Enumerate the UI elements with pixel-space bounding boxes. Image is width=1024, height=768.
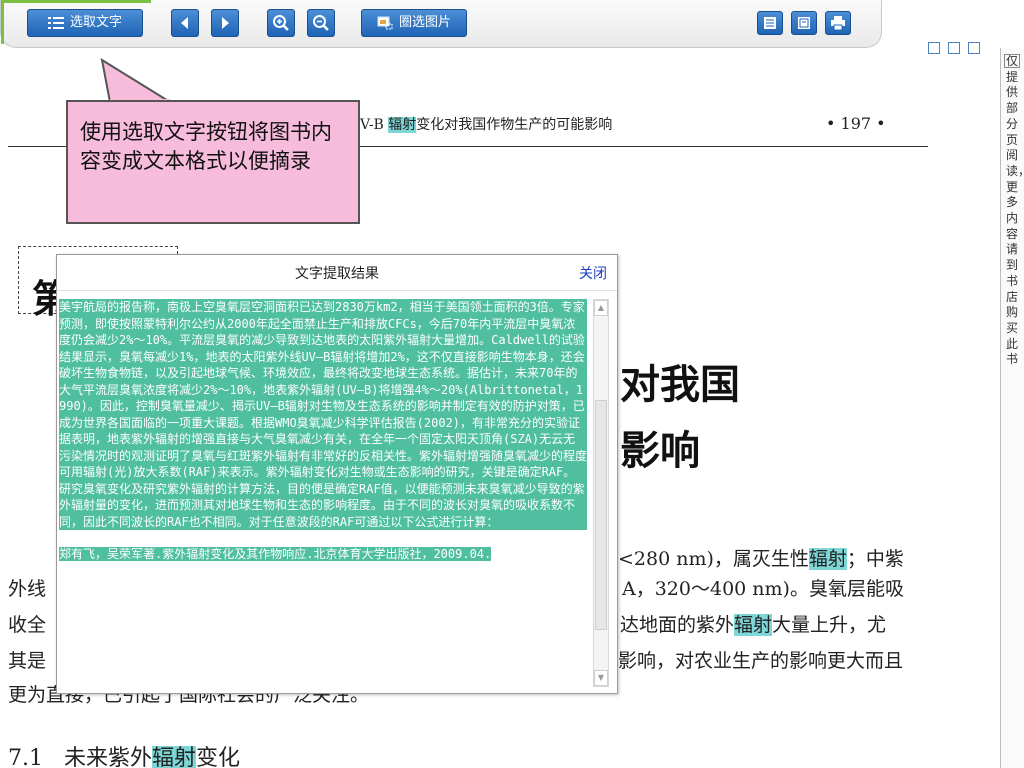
header-suffix: 变化对我国作物生产的可能影响 xyxy=(416,117,613,133)
body-text: 达地面的紫外 xyxy=(620,614,735,636)
double-page-view-button[interactable] xyxy=(791,11,817,35)
dialog-title: 文字提取结果 xyxy=(295,266,379,282)
page-running-header: V-B 辐射变化对我国作物生产的可能影响 xyxy=(360,114,612,134)
double-page-icon xyxy=(797,16,811,30)
section-title: 未来紫外 xyxy=(63,746,152,768)
section-heading: 7.1 未来紫外辐射变化 xyxy=(8,740,240,768)
extracted-text-reference: 郑有飞，吴荣军著.紫外辐射变化及其作物响应.北京体育大学出版社，2009.04. xyxy=(59,547,492,561)
right-sidebar: 仅提供部分页阅读，更多内容请到书店购买此书 xyxy=(1000,48,1024,768)
callout-text: 使用选取文字按钮将图书内容变成文本格式以便摘录 xyxy=(80,120,332,173)
chapter-title-line-1: 对我国 xyxy=(620,361,740,408)
body-line-4-end: 影响，对农业生产的影响更大而且 xyxy=(618,650,904,672)
search-hit: 辐射 xyxy=(734,614,773,636)
dialog-titlebar: 文字提取结果 关闭 xyxy=(57,255,617,291)
body-text: <280 nm)，属灭生性 xyxy=(618,548,809,570)
dialog-close-button[interactable]: 关闭 xyxy=(579,263,607,283)
body-line-3-end: 达地面的紫外辐射大量上升，尤 xyxy=(620,610,886,637)
section-number: 7.1 xyxy=(8,746,43,768)
fit-page-icon[interactable] xyxy=(948,42,960,54)
dialog-scrollbar[interactable]: ▲ ▼ xyxy=(593,299,609,687)
search-hit: 辐射 xyxy=(152,746,197,768)
zoom-out-icon xyxy=(312,14,330,32)
body-text: 大量上升，尤 xyxy=(772,614,887,636)
extracted-text-area[interactable]: 美宇航局的报告称，南极上空臭氧层空洞面积已达到2830万km2，相当于美国领土面… xyxy=(59,299,587,689)
body-line-2-start: 外线 xyxy=(8,578,47,600)
body-text: ；中紫 xyxy=(846,548,904,570)
prev-page-button[interactable] xyxy=(171,9,199,37)
next-page-button[interactable] xyxy=(211,9,239,37)
header-prefix: V-B xyxy=(360,117,389,133)
fit-width-icon[interactable] xyxy=(928,42,940,54)
page-number: • 197 • xyxy=(826,114,886,133)
fullscreen-icon[interactable] xyxy=(968,42,980,54)
zoom-in-icon xyxy=(272,14,290,32)
arrow-left-icon xyxy=(180,17,190,29)
zoom-out-button[interactable] xyxy=(307,9,335,37)
list-icon xyxy=(47,16,64,30)
select-text-label: 选取文字 xyxy=(69,15,122,30)
reader-toolbar: 选取文字 圈选图片 xyxy=(0,0,882,48)
section-title: 变化 xyxy=(196,746,241,768)
toolbar-accent-line xyxy=(1,0,151,3)
body-line-3-start: 收全 xyxy=(8,614,47,636)
search-hit: 辐射 xyxy=(808,548,847,570)
arrow-right-icon xyxy=(220,17,230,29)
instruction-callout: 使用选取文字按钮将图书内容变成文本格式以便摘录 xyxy=(66,100,360,224)
sidebar-notice: 仅提供部分页阅读，更多内容请到书店购买此书 xyxy=(1006,54,1024,367)
header-search-hit: 辐射 xyxy=(388,117,417,133)
scroll-up-arrow-icon[interactable]: ▲ xyxy=(594,300,608,316)
select-image-label: 圈选图片 xyxy=(398,15,451,30)
extracted-text-body: 美宇航局的报告称，南极上空臭氧层空洞面积已达到2830万km2，相当于美国领土面… xyxy=(59,299,587,530)
select-text-button[interactable]: 选取文字 xyxy=(27,9,143,37)
scroll-down-arrow-icon[interactable]: ▼ xyxy=(594,670,608,686)
single-page-view-button[interactable] xyxy=(757,11,783,35)
scroll-thumb[interactable] xyxy=(595,400,607,630)
body-line-1: <280 nm)，属灭生性辐射；中紫 xyxy=(618,544,904,571)
chapter-title-line-2: 影响 xyxy=(620,427,700,474)
select-image-button[interactable]: 圈选图片 xyxy=(361,9,467,37)
zoom-in-button[interactable] xyxy=(267,9,295,37)
single-page-icon xyxy=(763,16,777,30)
text-extraction-dialog: 文字提取结果 关闭 美宇航局的报告称，南极上空臭氧层空洞面积已达到2830万km… xyxy=(56,254,618,694)
print-icon xyxy=(830,16,846,30)
body-line-2-end: A，320～400 nm)。臭氧层能吸 xyxy=(622,578,904,600)
body-line-4-start: 其是 xyxy=(8,650,47,672)
crop-image-icon xyxy=(377,16,393,30)
toolbar-accent-edge xyxy=(1,0,4,44)
print-button[interactable] xyxy=(825,11,851,35)
